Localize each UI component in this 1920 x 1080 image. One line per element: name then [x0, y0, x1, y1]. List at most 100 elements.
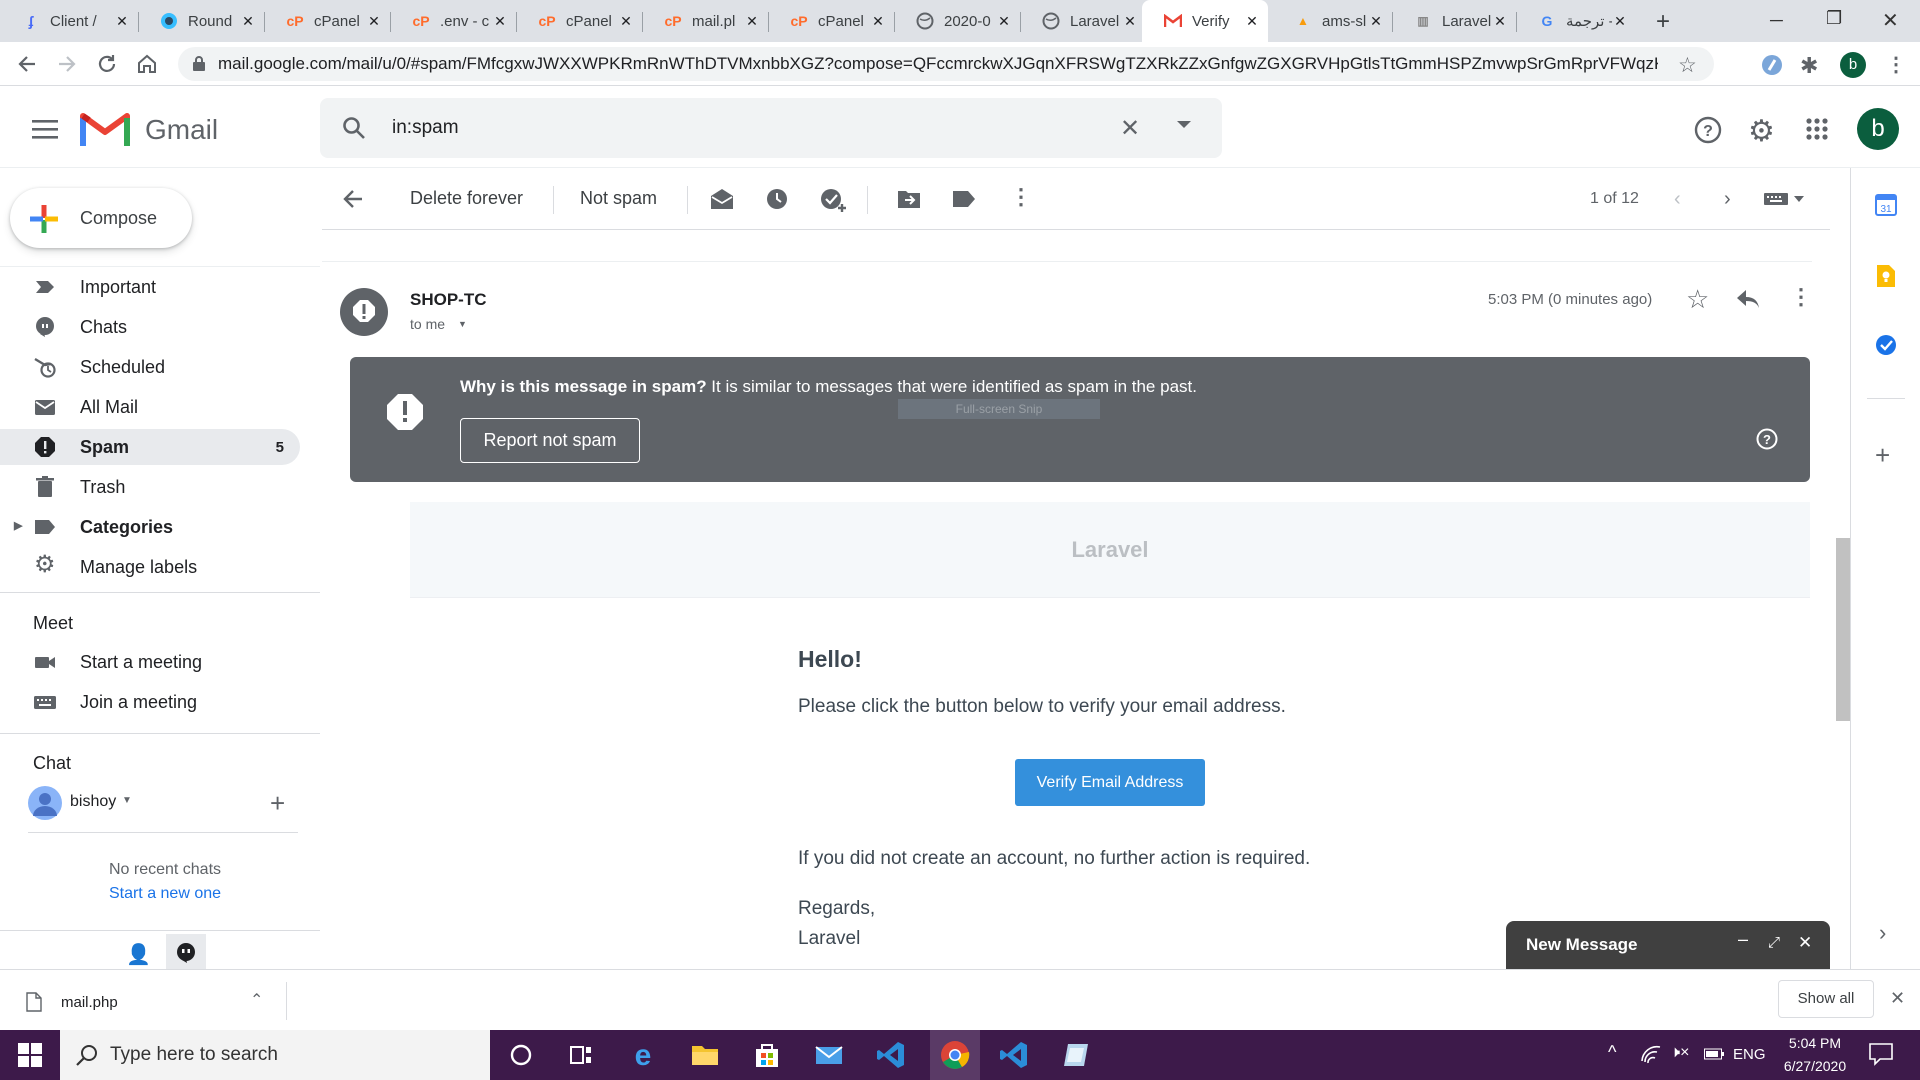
account-avatar[interactable]: b — [1857, 108, 1899, 150]
new-tab-button[interactable]: + — [1656, 8, 1670, 36]
browser-tab[interactable]: cP cPanel ✕ — [768, 0, 894, 42]
mail-app-icon[interactable] — [814, 1040, 844, 1070]
close-tab-icon[interactable]: ✕ — [114, 13, 130, 30]
start-new-chat-link[interactable]: Start a new one — [0, 885, 330, 903]
close-window-icon[interactable]: ✕ — [1882, 8, 1899, 33]
newer-chevron-icon[interactable]: ‹ — [1674, 188, 1681, 211]
browser-tab[interactable]: cP cPanel ✕ — [264, 0, 390, 42]
user-avatar[interactable] — [28, 786, 62, 820]
get-addons-plus-icon[interactable]: + — [1875, 440, 1890, 471]
battery-icon[interactable] — [1704, 1047, 1724, 1061]
join-meeting-item[interactable]: Join a meeting — [0, 684, 300, 720]
chat-user-name[interactable]: bishoy — [70, 793, 116, 811]
nav-item-scheduled[interactable]: Scheduled — [0, 349, 300, 385]
close-tab-icon[interactable]: ✕ — [1612, 13, 1628, 30]
calendar-icon[interactable]: 31 — [1875, 194, 1897, 216]
chat-bubble-tab[interactable] — [166, 934, 206, 972]
report-not-spam-button[interactable]: Report not spam — [460, 418, 640, 463]
close-tab-icon[interactable]: ✕ — [492, 13, 508, 30]
browser-menu-icon[interactable]: ⋮ — [1886, 52, 1906, 77]
edge-browser-icon[interactable]: e — [628, 1040, 658, 1070]
show-side-panel-chevron-icon[interactable]: › — [1879, 920, 1886, 946]
back-to-list-icon[interactable] — [342, 188, 364, 210]
browser-tab-active[interactable]: Verify ✕ — [1142, 0, 1268, 42]
more-actions-icon[interactable]: ⋮ — [1010, 184, 1032, 210]
message-more-icon[interactable]: ⋮ — [1790, 284, 1812, 310]
browser-tab[interactable]: Laravel ✕ — [1020, 0, 1146, 42]
close-tab-icon[interactable]: ✕ — [996, 13, 1012, 30]
nav-item-trash[interactable]: Trash — [0, 469, 300, 505]
close-tab-icon[interactable]: ✕ — [1244, 13, 1260, 30]
search-icon[interactable] — [342, 116, 366, 140]
back-icon[interactable] — [16, 53, 38, 75]
browser-tab[interactable]: ▲ ams-sl ✕ — [1272, 0, 1392, 42]
add-task-icon[interactable] — [820, 187, 846, 213]
star-icon[interactable]: ☆ — [1686, 284, 1709, 315]
apps-grid-icon[interactable] — [1806, 118, 1828, 140]
taskbar-search-input[interactable]: Type here to search — [110, 1044, 278, 1066]
snipping-tool-icon[interactable] — [1062, 1040, 1092, 1070]
keep-icon[interactable] — [1875, 264, 1897, 288]
close-tab-icon[interactable]: ✕ — [870, 13, 886, 30]
browser-tab[interactable]: ʄ Client / ✕ — [0, 0, 138, 42]
banner-help-icon[interactable]: ? — [1756, 428, 1778, 450]
compose-button[interactable]: Compose — [10, 188, 192, 248]
start-meeting-item[interactable]: Start a meeting — [0, 644, 300, 680]
nav-item-chats[interactable]: Chats — [0, 309, 300, 345]
home-icon[interactable] — [136, 53, 158, 75]
new-chat-plus-icon[interactable]: + — [270, 788, 285, 819]
nav-item-categories[interactable]: ▶ Categories — [0, 509, 300, 545]
close-downloads-bar-icon[interactable]: ✕ — [1890, 988, 1905, 1009]
store-icon[interactable] — [752, 1040, 782, 1070]
browser-tab[interactable]: 2020-0 ✕ — [894, 0, 1020, 42]
forward-icon[interactable] — [56, 53, 78, 75]
input-tools-keyboard-icon[interactable] — [1764, 192, 1806, 206]
scrollbar-thumb[interactable] — [1836, 538, 1850, 721]
close-tab-icon[interactable]: ✕ — [744, 13, 760, 30]
status-dropdown-icon[interactable]: ▼ — [122, 795, 132, 806]
reply-icon[interactable] — [1736, 289, 1760, 309]
verify-email-button[interactable]: Verify Email Address — [1015, 759, 1205, 806]
browser-tab[interactable]: cP cPanel ✕ — [516, 0, 642, 42]
vscode-icon[interactable] — [999, 1040, 1029, 1070]
nav-item-all-mail[interactable]: All Mail — [0, 389, 300, 425]
reload-icon[interactable] — [96, 53, 118, 75]
browser-profile-avatar[interactable]: b — [1840, 52, 1866, 78]
delete-forever-button[interactable]: Delete forever — [410, 188, 523, 209]
contacts-person-icon[interactable]: 👤 — [126, 942, 151, 967]
sender-name[interactable]: SHOP-TC — [410, 290, 487, 310]
fullscreen-compose-icon[interactable]: ⤢ — [1768, 934, 1780, 951]
taskbar-search-box[interactable]: Type here to search — [60, 1030, 490, 1080]
clock-time[interactable]: 5:04 PM — [1780, 1035, 1850, 1051]
close-compose-icon[interactable]: ✕ — [1798, 933, 1812, 953]
show-hidden-icons-chevron-icon[interactable]: ^ — [1608, 1042, 1616, 1063]
cortana-icon[interactable] — [506, 1040, 536, 1070]
browser-tab[interactable]: ▥ Laravel ✕ — [1392, 0, 1516, 42]
download-filename[interactable]: mail.php — [61, 994, 118, 1011]
nav-item-spam[interactable]: Spam 5 — [0, 429, 300, 465]
close-tab-icon[interactable]: ✕ — [618, 13, 634, 30]
file-explorer-icon[interactable] — [690, 1040, 720, 1070]
older-chevron-icon[interactable]: › — [1724, 188, 1731, 211]
minimize-compose-icon[interactable]: – — [1738, 929, 1748, 950]
wifi-icon[interactable] — [1640, 1043, 1662, 1065]
browser-tab[interactable]: cP .env - c ✕ — [390, 0, 516, 42]
close-tab-icon[interactable]: ✕ — [1368, 13, 1384, 30]
input-language[interactable]: ENG — [1733, 1046, 1766, 1063]
move-to-icon[interactable] — [897, 189, 921, 209]
snooze-clock-icon[interactable] — [766, 188, 788, 210]
action-center-icon[interactable] — [1868, 1042, 1894, 1066]
clear-search-icon[interactable]: ✕ — [1120, 114, 1140, 143]
email-header-laravel[interactable]: Laravel — [410, 502, 1810, 598]
vscode-icon[interactable] — [876, 1040, 906, 1070]
close-tab-icon[interactable]: ✕ — [366, 13, 382, 30]
show-all-downloads-button[interactable]: Show all — [1778, 980, 1874, 1018]
task-view-icon[interactable] — [566, 1040, 596, 1070]
search-box[interactable]: in:spam ✕ — [320, 98, 1222, 158]
mark-unread-icon[interactable] — [710, 188, 734, 210]
download-options-chevron-icon[interactable]: ⌃ — [250, 990, 263, 1010]
nav-item-manage-labels[interactable]: ⚙ Manage labels — [0, 549, 300, 585]
close-tab-icon[interactable]: ✕ — [1492, 13, 1508, 30]
minimize-window-icon[interactable]: ─ — [1770, 10, 1783, 31]
main-menu-icon[interactable] — [32, 119, 58, 139]
